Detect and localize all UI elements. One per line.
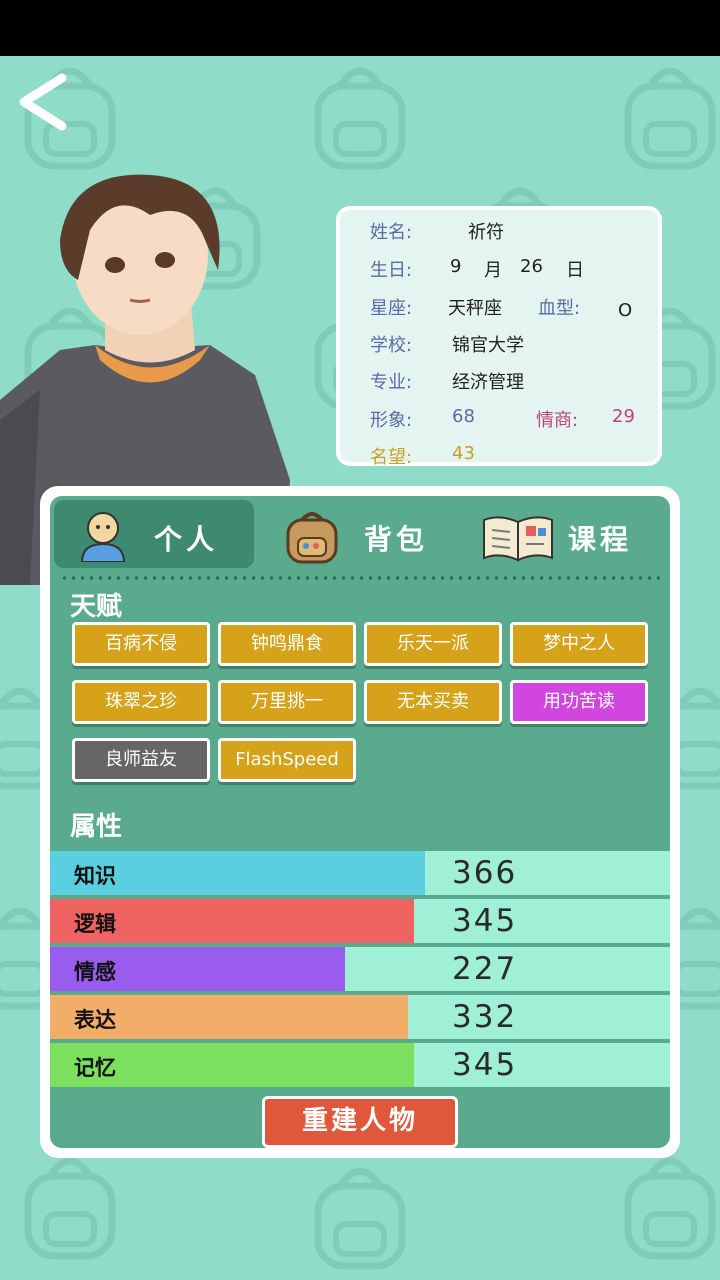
tab-divider [60,576,660,580]
tab-backpack-label: 背包 [364,523,429,556]
rebuild-character-button[interactable]: 重建人物 [262,1096,458,1148]
attribute-row: 逻辑 345 [50,899,670,943]
tab-courses[interactable]: 课程 [476,500,666,568]
blood-type-label: 血型: [538,298,581,319]
zodiac-label: 星座: [370,298,413,319]
attribute-row: 表达 332 [50,995,670,1039]
talent-chip[interactable]: 无本买卖 [364,680,502,724]
attribute-value: 332 [452,999,518,1035]
school-value: 锦官大学 [452,335,524,356]
attribute-name: 记忆 [74,1056,116,1080]
attribute-name: 知识 [74,864,116,888]
book-icon [483,516,553,562]
attribute-row: 知识 366 [50,851,670,895]
back-chevron-icon[interactable] [10,70,74,134]
attribute-row: 情感 227 [50,947,670,991]
attribute-value: 345 [452,1047,518,1083]
attribute-name: 表达 [74,1008,116,1032]
talent-chip[interactable]: 用功苦读 [510,680,648,724]
talent-chip[interactable]: FlashSpeed [218,738,356,782]
tab-personal-label: 个人 [154,523,219,556]
person-icon [80,512,126,562]
attribute-value: 366 [452,855,518,891]
attributes-title: 属性 [70,812,123,842]
character-panel-inner: 个人 背包 课程 天赋 百病不侵 钟鸣鼎食 乐天一派 梦中之人 珠翠之珍 万里挑… [50,496,670,1148]
birthday-label: 生日: [370,260,413,281]
fame-label: 名望: [370,447,413,468]
talent-chip[interactable]: 万里挑一 [218,680,356,724]
attribute-value: 345 [452,903,518,939]
birth-day: 26 [520,256,543,277]
talent-chip[interactable]: 梦中之人 [510,622,648,666]
tab-courses-label: 课程 [568,523,633,556]
fame-value: 43 [452,443,475,464]
talent-chip[interactable]: 珠翠之珍 [72,680,210,724]
blood-type-value: O [618,300,633,321]
attribute-value: 227 [452,951,518,987]
talent-chip[interactable]: 钟鸣鼎食 [218,622,356,666]
backpack-icon [286,512,338,564]
image-value: 68 [452,406,475,427]
day-unit: 日 [566,260,584,281]
talent-chip[interactable]: 乐天一派 [364,622,502,666]
attribute-row: 记忆 345 [50,1043,670,1087]
major-value: 经济管理 [452,372,524,393]
eq-label: 情商: [536,410,579,431]
tab-backpack[interactable]: 背包 [274,500,464,568]
profile-info-card: 姓名: 祈符 生日: 9 月 26 日 星座: 天秤座 血型: O 学校: 锦官… [336,206,662,468]
attribute-name: 情感 [74,960,116,984]
image-label: 形象: [370,410,413,431]
school-label: 学校: [370,335,413,356]
zodiac-value: 天秤座 [448,298,502,319]
month-unit: 月 [484,260,502,281]
status-bar [0,0,720,56]
name-label: 姓名: [370,222,413,243]
name-value: 祈符 [468,222,504,243]
major-label: 专业: [370,372,413,393]
eq-value: 29 [612,406,635,427]
talent-chip[interactable]: 百病不侵 [72,622,210,666]
character-panel: 个人 背包 课程 天赋 百病不侵 钟鸣鼎食 乐天一派 梦中之人 珠翠之珍 万里挑… [40,486,680,1158]
birth-month: 9 [450,256,462,277]
talent-chip[interactable]: 良师益友 [72,738,210,782]
attribute-name: 逻辑 [74,912,116,936]
talents-title: 天赋 [70,592,123,622]
tab-personal[interactable]: 个人 [54,500,254,568]
